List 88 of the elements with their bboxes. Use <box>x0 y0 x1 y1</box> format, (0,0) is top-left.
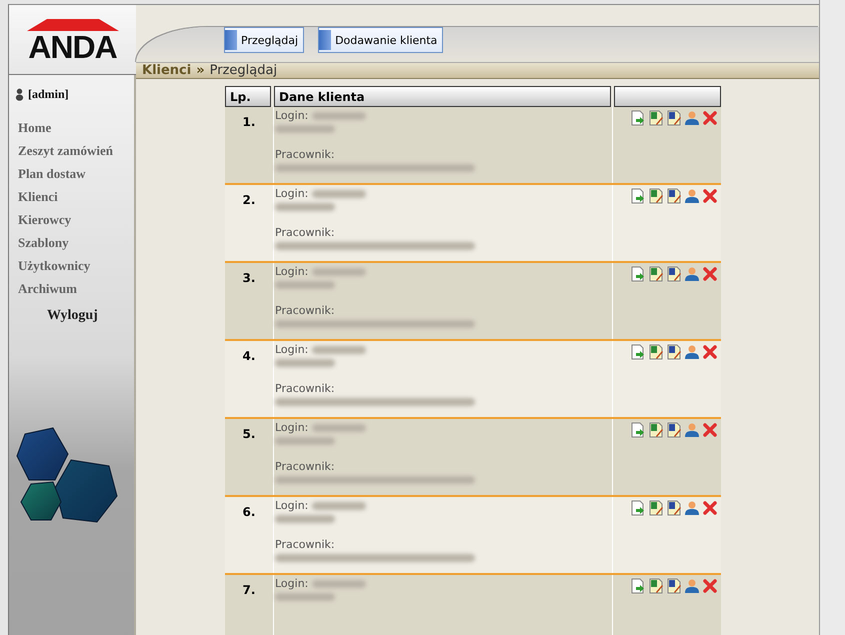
row-number: 2. <box>242 193 256 207</box>
blurred-text <box>312 190 366 198</box>
blurred-text <box>275 436 335 444</box>
user-icon[interactable] <box>684 500 700 516</box>
document-arrow-icon[interactable] <box>630 110 646 126</box>
document-edit-icon[interactable] <box>648 422 664 438</box>
delete-icon[interactable] <box>702 500 718 516</box>
user-icon <box>15 88 24 101</box>
row-number: 4. <box>242 349 256 363</box>
sidebar-link[interactable]: Zeszyt zamówień <box>18 139 134 162</box>
column-header: Lp. <box>225 86 271 107</box>
document-edit-icon[interactable] <box>666 344 682 360</box>
document-edit-icon[interactable] <box>666 266 682 282</box>
row-number: 7. <box>242 583 256 597</box>
user-label: [admin] <box>28 87 69 102</box>
document-arrow-icon[interactable] <box>630 578 646 594</box>
document-arrow-icon[interactable] <box>630 500 646 516</box>
login-label: Login: <box>275 187 308 200</box>
delete-icon[interactable] <box>702 344 718 360</box>
login-label: Login: <box>275 421 308 434</box>
row-number: 6. <box>242 505 256 519</box>
employee-label: Pracownik: <box>275 148 335 161</box>
document-edit-icon[interactable] <box>666 578 682 594</box>
login-label: Login: <box>275 109 308 122</box>
sidebar-link[interactable]: Szablony <box>18 231 134 254</box>
user-icon[interactable] <box>684 110 700 126</box>
document-arrow-icon[interactable] <box>630 266 646 282</box>
blurred-text <box>312 268 366 276</box>
document-arrow-icon[interactable] <box>630 422 646 438</box>
user-icon[interactable] <box>684 188 700 204</box>
blurred-text <box>312 346 366 354</box>
document-edit-icon[interactable] <box>666 500 682 516</box>
breadcrumb-current: Przeglądaj <box>210 63 278 78</box>
sidebar-link[interactable]: Home <box>18 116 134 139</box>
document-edit-icon[interactable] <box>648 266 664 282</box>
row-number: 5. <box>242 427 256 441</box>
delete-icon[interactable] <box>702 578 718 594</box>
toolbar-button[interactable]: Przeglądaj <box>224 27 304 53</box>
employee-label: Pracownik: <box>275 304 335 317</box>
sidebar-link[interactable]: Archiwum <box>18 277 134 300</box>
logo-text: ANDA <box>28 31 117 63</box>
document-edit-icon[interactable] <box>666 188 682 204</box>
blurred-text <box>275 358 335 366</box>
document-edit-icon[interactable] <box>666 110 682 126</box>
row-number: 3. <box>242 271 256 285</box>
user-icon[interactable] <box>684 266 700 282</box>
blurred-text <box>275 592 335 600</box>
document-edit-icon[interactable] <box>648 188 664 204</box>
blurred-text <box>312 502 366 510</box>
delete-icon[interactable] <box>702 422 718 438</box>
blurred-text <box>275 202 335 210</box>
delete-icon[interactable] <box>702 110 718 126</box>
sidebar-link[interactable]: Plan dostaw <box>18 162 134 185</box>
user-icon[interactable] <box>684 578 700 594</box>
document-edit-icon[interactable] <box>648 344 664 360</box>
blurred-text <box>312 112 366 120</box>
column-header: Dane klienta <box>274 86 611 107</box>
row-number: 1. <box>242 115 256 129</box>
blurred-text <box>312 580 366 588</box>
login-label: Login: <box>275 499 308 512</box>
blurred-text <box>275 280 335 288</box>
logout-link[interactable]: Wyloguj <box>47 308 134 324</box>
document-edit-icon[interactable] <box>648 110 664 126</box>
user-icon[interactable] <box>684 422 700 438</box>
login-label: Login: <box>275 577 308 590</box>
login-label: Login: <box>275 343 308 356</box>
toolbar-button[interactable]: Dodawanie klienta <box>318 27 444 53</box>
sidebar-link[interactable]: Klienci <box>18 185 134 208</box>
delete-icon[interactable] <box>702 266 718 282</box>
breadcrumb-link[interactable]: Klienci <box>142 63 192 78</box>
login-label: Login: <box>275 265 308 278</box>
employee-label: Pracownik: <box>275 382 335 395</box>
user-icon[interactable] <box>684 344 700 360</box>
blurred-text <box>275 124 335 132</box>
breadcrumb-separator: » <box>196 63 205 78</box>
sidebar-link[interactable]: Kierowcy <box>18 208 134 231</box>
blurred-text <box>275 514 335 522</box>
employee-label: Pracownik: <box>275 460 335 473</box>
document-edit-icon[interactable] <box>666 422 682 438</box>
document-edit-icon[interactable] <box>648 500 664 516</box>
document-arrow-icon[interactable] <box>630 188 646 204</box>
delete-icon[interactable] <box>702 188 718 204</box>
employee-label: Pracownik: <box>275 538 335 551</box>
document-arrow-icon[interactable] <box>630 344 646 360</box>
sidebar-link[interactable]: Użytkownicy <box>18 254 134 277</box>
blurred-text <box>312 424 366 432</box>
employee-label: Pracownik: <box>275 226 335 239</box>
document-edit-icon[interactable] <box>648 578 664 594</box>
